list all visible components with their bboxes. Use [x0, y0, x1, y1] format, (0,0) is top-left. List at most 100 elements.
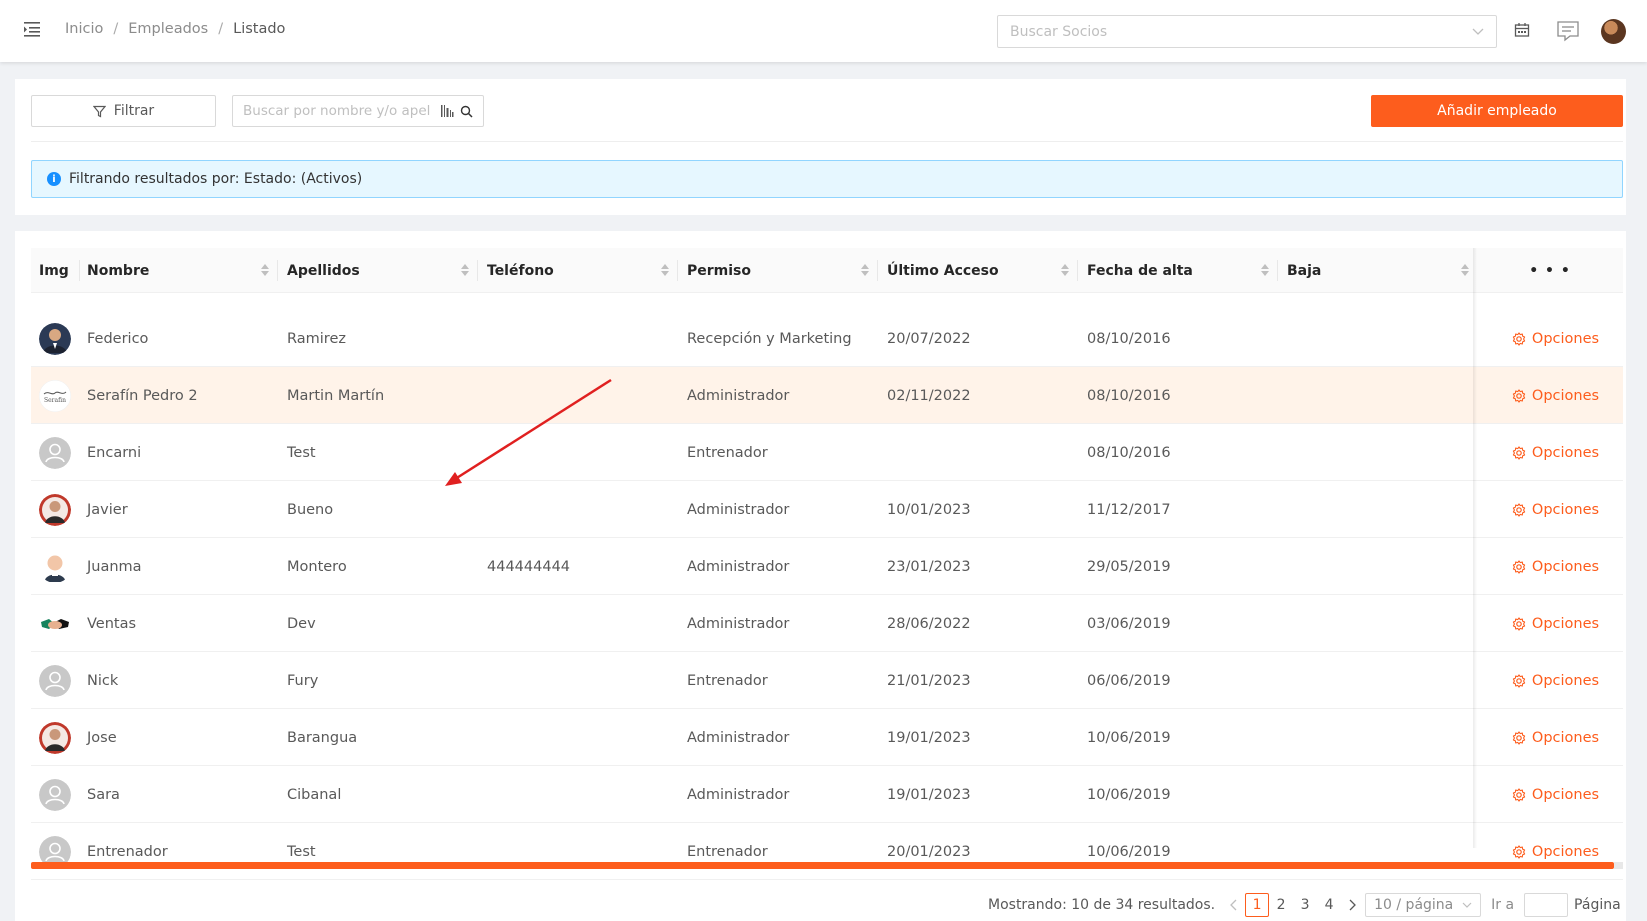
options-link[interactable]: Opciones [1488, 595, 1623, 652]
sort-icon[interactable] [861, 264, 869, 276]
cell-telefono: 444444444 [487, 558, 571, 575]
options-label: Opciones [1531, 615, 1600, 632]
fixed-column-shadow [1473, 248, 1477, 848]
search-icon[interactable] [460, 105, 473, 118]
table-row[interactable]: Entrenador Test Entrenador 20/01/2023 10/06/… [31, 823, 1623, 880]
cell-permiso: Administrador [687, 387, 790, 404]
options-link[interactable]: Opciones [1488, 481, 1623, 538]
cell-alta: 10/06/2019 [1087, 729, 1171, 746]
breadcrumb-inicio[interactable]: Inicio [65, 21, 103, 37]
options-link[interactable]: Opciones [1488, 823, 1623, 880]
cell-apellidos: Ramirez [287, 330, 346, 347]
page-4-button[interactable]: 4 [1317, 893, 1341, 917]
sort-icon[interactable] [1461, 264, 1469, 276]
page-2-button[interactable]: 2 [1269, 893, 1293, 917]
page-label: Página [1574, 897, 1621, 913]
options-link[interactable]: Opciones [1488, 652, 1623, 709]
gear-icon [1512, 730, 1526, 745]
breadcrumb-empleados[interactable]: Empleados [128, 21, 208, 37]
horizontal-scrollbar[interactable] [31, 862, 1614, 869]
search-socios-select[interactable]: Buscar Socios [997, 15, 1497, 48]
filter-icon [92, 105, 106, 117]
calendar-icon[interactable] [1514, 22, 1530, 38]
table-row[interactable]: Ventas Dev Administrador 28/06/2022 03/06/20… [31, 595, 1623, 652]
table-row[interactable]: Javier Bueno Administrador 10/01/2023 11/12/… [31, 481, 1623, 538]
table-row[interactable]: Encarni Test Entrenador 08/10/2016 Opciones [31, 424, 1623, 481]
sort-icon[interactable] [1261, 264, 1269, 276]
options-link[interactable]: Opciones [1488, 367, 1623, 424]
table-row[interactable]: Federico Ramirez Recepción y Marketing 20/0… [31, 310, 1623, 367]
cell-permiso: Administrador [687, 558, 790, 575]
scrollbar-track[interactable] [1614, 862, 1623, 869]
message-icon[interactable] [1556, 19, 1580, 43]
page-size-select[interactable]: 10 / página [1365, 893, 1482, 917]
employee-avatar [39, 608, 71, 640]
column-telefono[interactable]: Teléfono [487, 248, 677, 293]
add-employee-button[interactable]: Añadir empleado [1371, 95, 1623, 127]
column-permiso[interactable]: Permiso [687, 248, 877, 293]
goto-page-input[interactable] [1524, 893, 1569, 917]
cell-permiso: Entrenador [687, 843, 768, 860]
cell-permiso: Entrenador [687, 672, 768, 689]
options-link[interactable]: Opciones [1488, 424, 1623, 481]
page-1-button[interactable]: 1 [1245, 893, 1270, 917]
column-settings-dots[interactable]: • • • [1477, 248, 1623, 293]
cell-apellidos: Montero [287, 558, 347, 575]
chevron-left-icon[interactable] [1229, 899, 1239, 911]
cell-ultimo: 19/01/2023 [887, 729, 971, 746]
sort-icon[interactable] [461, 264, 469, 276]
table-row[interactable]: Serafin Serafín Pedro 2 Martin Martín Admin… [31, 367, 1623, 424]
user-avatar[interactable] [1601, 19, 1626, 44]
cell-alta: 08/10/2016 [1087, 387, 1171, 404]
pagination: Mostrando: 10 de 34 resultados. 1 2 3 4 … [988, 893, 1621, 917]
cell-apellidos: Cibanal [287, 786, 342, 803]
cell-alta: 03/06/2019 [1087, 615, 1171, 632]
options-link[interactable]: Opciones [1488, 310, 1623, 367]
table-row[interactable]: Juanma Montero 444444444 Administrador 23/01… [31, 538, 1623, 595]
search-employee-input[interactable]: Buscar por nombre y/o apel [232, 95, 484, 127]
options-link[interactable]: Opciones [1488, 709, 1623, 766]
cell-ultimo: 20/07/2022 [887, 330, 971, 347]
filter-info-text: Filtrando resultados por: Estado: (Activ… [69, 171, 363, 187]
options-link[interactable]: Opciones [1488, 538, 1623, 595]
column-img: Img [39, 248, 79, 293]
cell-nombre: Entrenador [87, 843, 168, 860]
table-row[interactable]: Jose Barangua Administrador 19/01/2023 10/06… [31, 709, 1623, 766]
sort-icon[interactable] [1061, 264, 1069, 276]
table-row[interactable]: Sara Cibanal Administrador 19/01/2023 10/06/… [31, 766, 1623, 823]
cell-apellidos: Test [287, 444, 316, 461]
menu-fold-icon[interactable] [22, 20, 42, 38]
column-nombre[interactable]: Nombre [87, 248, 277, 293]
cell-apellidos: Martin Martín [287, 387, 385, 404]
cell-apellidos: Dev [287, 615, 316, 632]
sort-icon[interactable] [261, 264, 269, 276]
employee-avatar [39, 323, 71, 355]
column-fecha-alta[interactable]: Fecha de alta [1087, 248, 1277, 293]
column-apellidos[interactable]: Apellidos [287, 248, 477, 293]
barcode-icon[interactable] [440, 104, 454, 118]
options-link[interactable]: Opciones [1488, 766, 1623, 823]
more-dots-icon[interactable]: • • • [1529, 263, 1571, 279]
cell-alta: 10/06/2019 [1087, 786, 1171, 803]
column-baja[interactable]: Baja [1287, 248, 1477, 293]
breadcrumb-listado: Listado [233, 21, 286, 37]
table-row[interactable]: Nick Fury Entrenador 21/01/2023 06/06/2019 Op… [31, 652, 1623, 709]
cell-ultimo: 10/01/2023 [887, 501, 971, 518]
sort-icon[interactable] [661, 264, 669, 276]
cell-permiso: Administrador [687, 786, 790, 803]
filter-button[interactable]: Filtrar [31, 95, 216, 127]
column-ultimo-acceso[interactable]: Último Acceso [887, 248, 1077, 293]
gear-icon [1512, 559, 1526, 574]
column-separator [1277, 260, 1278, 281]
chevron-down-icon [1462, 902, 1472, 908]
chevron-down-icon [1472, 28, 1484, 35]
chevron-right-icon[interactable] [1347, 899, 1357, 911]
employee-avatar [39, 665, 71, 697]
cell-alta: 08/10/2016 [1087, 330, 1171, 347]
cell-ultimo: 23/01/2023 [887, 558, 971, 575]
page-3-button[interactable]: 3 [1293, 893, 1317, 917]
cell-alta: 11/12/2017 [1087, 501, 1171, 518]
search-socios-placeholder: Buscar Socios [1010, 23, 1108, 40]
cell-apellidos: Bueno [287, 501, 334, 518]
employee-avatar [39, 437, 71, 469]
